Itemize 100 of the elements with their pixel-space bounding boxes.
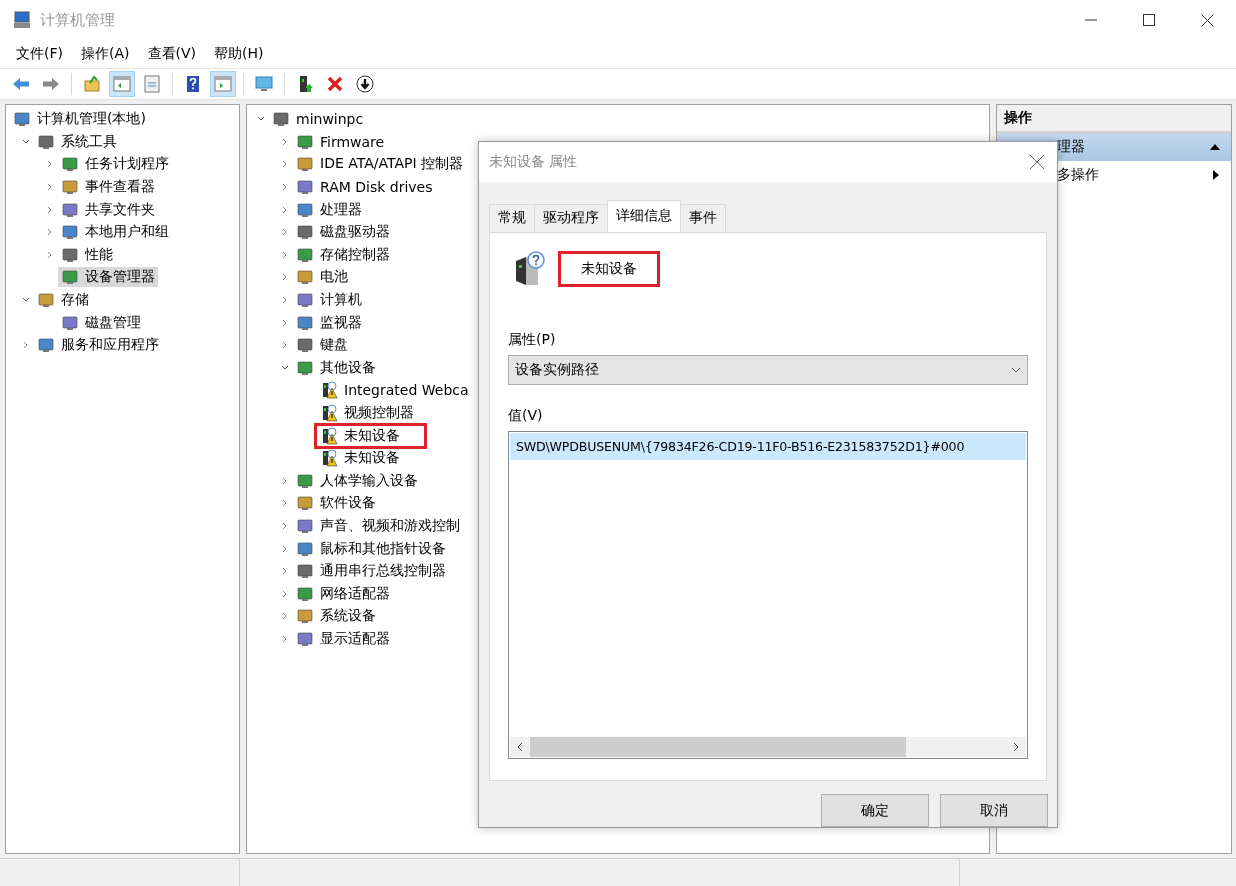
device-icon — [296, 471, 314, 490]
scroll-left-icon[interactable] — [516, 741, 524, 752]
tree-item[interactable]: 键盘 — [320, 336, 348, 355]
device-icon — [296, 629, 314, 648]
tree-item[interactable]: 本地用户和组 — [85, 223, 169, 242]
list-item[interactable]: SWD\WPDBUSENUM\{79834F26-CD19-11F0-B516-E231583752D1}#000 — [510, 432, 1026, 460]
device-icon — [296, 155, 314, 174]
dropdown-chevron-icon — [1011, 365, 1021, 374]
field-label: 属性(P) — [508, 330, 557, 349]
computer-management-icon — [12, 10, 32, 30]
device-icon — [296, 132, 314, 151]
tree-item[interactable]: 处理器 — [320, 200, 362, 219]
action-pane-header: 操作 — [997, 105, 1231, 133]
horizontal-scrollbar[interactable] — [510, 736, 1026, 757]
tree-item[interactable]: 人体学输入设备 — [320, 471, 418, 490]
tree-item[interactable]: 性能 — [85, 245, 113, 264]
monitor-icon — [254, 74, 274, 94]
tree-item[interactable]: 计算机管理(本地) — [37, 110, 146, 129]
tree-item[interactable]: 系统工具 — [61, 132, 117, 151]
tree-item[interactable]: 软件设备 — [320, 494, 376, 513]
tree-item[interactable]: 任务计划程序 — [85, 155, 169, 174]
tree-item[interactable]: minwinpc — [296, 111, 364, 128]
device-icon — [296, 245, 314, 264]
delete-icon — [325, 74, 345, 94]
action-label: 理器 — [1057, 138, 1085, 156]
tree-item[interactable]: 电池 — [320, 268, 348, 287]
tree-item[interactable]: 事件查看器 — [85, 178, 155, 197]
device-icon — [61, 313, 79, 332]
tree-item[interactable]: 计算机 — [320, 291, 362, 310]
device-icon — [296, 178, 314, 197]
menu-item[interactable]: 操作(A) — [73, 43, 138, 65]
scroll-right-icon[interactable] — [1012, 741, 1020, 752]
tree-item[interactable]: 服务和应用程序 — [61, 336, 159, 355]
action-item[interactable]: 多操作 — [997, 161, 1231, 189]
device-icon — [296, 607, 314, 626]
tab[interactable]: 详细信息 — [607, 199, 681, 232]
tree-item[interactable]: Integrated Webca — [344, 382, 469, 399]
tree-item[interactable]: RAM Disk drives — [320, 179, 433, 196]
minimize-icon — [1085, 19, 1097, 21]
tab[interactable]: 事件 — [680, 203, 726, 232]
device-icon — [296, 200, 314, 219]
tree-item[interactable]: 其他设备 — [320, 358, 376, 377]
action-panel-icon — [213, 74, 233, 94]
tree-item[interactable]: 通用串行总线控制器 — [320, 562, 446, 581]
device-icon — [61, 268, 79, 287]
dialog-title: 未知设备 属性 — [489, 153, 578, 171]
tree-item[interactable]: 共享文件夹 — [85, 200, 155, 219]
device-icon — [296, 223, 314, 242]
menu-item[interactable]: 查看(V) — [139, 43, 204, 65]
tree-item[interactable]: Firmware — [320, 133, 385, 150]
device-icon — [61, 155, 79, 174]
tree-item[interactable]: 监视器 — [320, 313, 362, 332]
tree-item[interactable]: 显示适配器 — [320, 629, 390, 648]
properties-icon — [142, 74, 162, 94]
device-icon — [296, 562, 314, 581]
device-icon — [13, 110, 31, 129]
submenu-arrow-icon[interactable] — [1211, 169, 1221, 181]
cancel-button[interactable]: 取消 — [940, 794, 1048, 827]
collapse-triangle-icon[interactable] — [1209, 142, 1221, 152]
tree-item[interactable]: 声音、视频和游戏控制 — [320, 517, 460, 535]
device-icon — [61, 200, 79, 219]
folder-up-icon — [82, 74, 102, 94]
tree-item[interactable]: 存储 — [61, 291, 89, 310]
device-icon — [296, 584, 314, 603]
tree-item[interactable]: 视频控制器 — [344, 404, 414, 422]
dropdown-value: 设备实例路径 — [515, 360, 599, 379]
tree-item[interactable]: 设备管理器 — [85, 268, 155, 287]
close-icon — [1200, 13, 1214, 27]
device-icon — [296, 313, 314, 332]
scrollbar-thumb[interactable] — [530, 736, 907, 757]
device-icon — [296, 268, 314, 287]
tree-item[interactable]: 系统设备 — [320, 607, 376, 626]
window-title: 计算机管理 — [40, 10, 116, 30]
tree-item[interactable]: 鼠标和其他指针设备 — [320, 539, 446, 558]
device-name: 未知设备 — [558, 250, 660, 287]
tree-item[interactable]: 存储控制器 — [320, 245, 390, 264]
tree-item[interactable]: 网络适配器 — [320, 584, 390, 603]
menu-item[interactable]: 文件(F) — [8, 43, 71, 65]
tree-panel-icon — [112, 74, 132, 94]
device-icon — [37, 132, 55, 151]
tree-item[interactable]: 未知设备 — [344, 449, 400, 468]
ok-button[interactable]: 确定 — [821, 794, 929, 827]
device-icon — [296, 291, 314, 310]
tree-item[interactable]: 未知设备 — [344, 426, 400, 445]
device-icon — [296, 494, 314, 513]
tree-item[interactable]: 磁盘管理 — [85, 313, 141, 332]
property-dropdown[interactable]: 设备实例路径 — [508, 354, 1028, 385]
menu-item[interactable]: 帮助(H) — [206, 43, 272, 65]
device-icon — [37, 291, 55, 310]
close-icon — [1027, 152, 1047, 172]
field-label: 值(V) — [508, 406, 544, 425]
download-circle-icon — [355, 74, 375, 94]
device-icon — [296, 336, 314, 355]
action-label: 多操作 — [1057, 166, 1099, 184]
device-icon — [296, 517, 314, 535]
device-icon — [61, 223, 79, 242]
tree-item[interactable]: IDE ATA/ATAPI 控制器 — [320, 155, 463, 174]
tree-item[interactable]: 磁盘驱动器 — [320, 223, 390, 242]
device-icon — [272, 110, 290, 129]
tab[interactable]: 常规 — [489, 203, 535, 232]
